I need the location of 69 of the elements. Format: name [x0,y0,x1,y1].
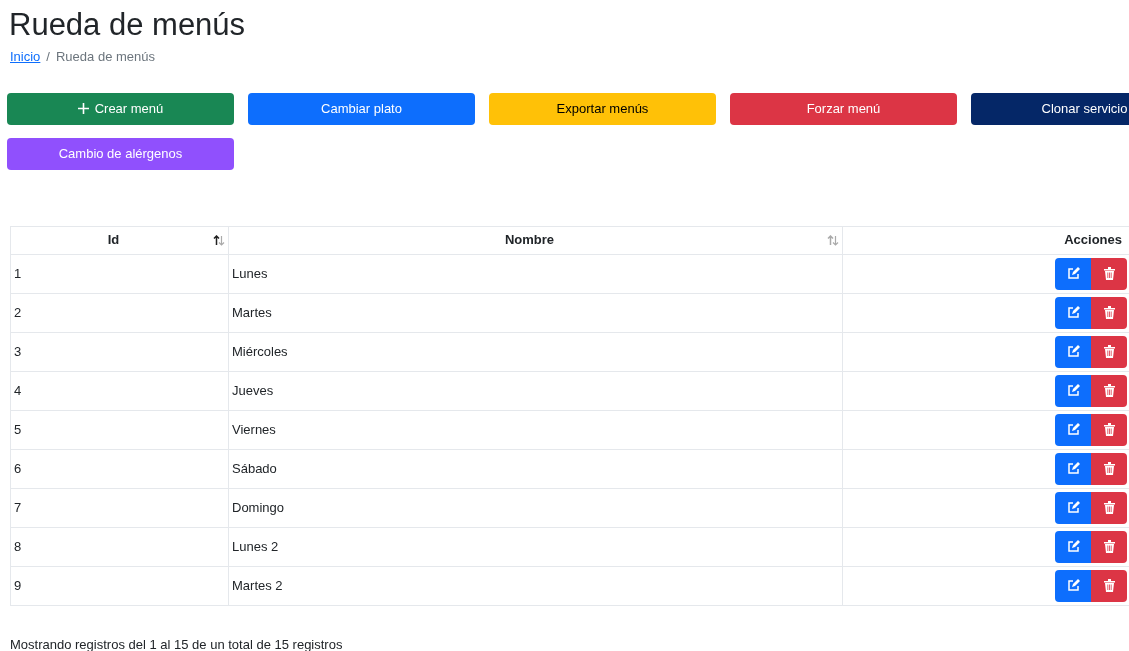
table-cell: 4 [10,371,229,411]
delete-button[interactable] [1091,296,1127,329]
delete-button[interactable] [1091,530,1127,563]
delete-button[interactable] [1091,413,1127,446]
edit-button[interactable] [1055,530,1091,563]
edit-button[interactable] [1055,452,1091,485]
column-header: Acciones [842,226,1129,255]
edit-button[interactable] [1055,491,1091,524]
table-cell: Martes 2 [228,566,843,606]
edit-icon [1066,384,1080,398]
breadcrumb-link[interactable]: Inicio [10,47,41,67]
table-cell: 2 [10,293,229,333]
table-cell: 6 [10,449,229,489]
edit-button[interactable] [1055,257,1091,290]
action-button[interactable]: Clonar servicio [971,92,1129,125]
plus-icon [77,103,89,115]
edit-button[interactable] [1055,296,1091,329]
table-info: Mostrando registros del 1 al 15 de un total de 15 registros [10,635,344,651]
edit-button[interactable] [1055,335,1091,368]
edit-button[interactable] [1055,569,1091,602]
trash-icon [1103,579,1115,593]
table-cell: 9 [10,566,229,606]
table-cell: Martes [228,293,843,333]
table-cell: Lunes 2 [228,527,843,567]
column-header[interactable]: Id [10,226,229,255]
delete-button[interactable] [1091,335,1127,368]
trash-icon [1103,384,1115,398]
action-button[interactable]: Cambiar plato [248,92,475,125]
column-header[interactable]: Nombre [228,226,843,255]
edit-icon [1066,540,1080,554]
table-cell: 7 [10,488,229,528]
table-cell: 1 [10,254,229,294]
table-cell: Miércoles [228,332,843,372]
table-cell: 8 [10,527,229,567]
breadcrumb-current: Rueda de menús [56,48,155,67]
delete-button[interactable] [1091,491,1127,524]
page-title: Rueda de menús [9,6,247,44]
trash-icon [1103,462,1115,476]
edit-icon [1066,462,1080,476]
trash-icon [1103,267,1115,281]
edit-icon [1066,267,1080,281]
trash-icon [1103,423,1115,437]
trash-icon [1103,345,1115,359]
delete-button[interactable] [1091,257,1127,290]
breadcrumb-separator: / [46,48,50,67]
table-cell: 5 [10,410,229,450]
action-button[interactable]: Cambio de alérgenos [7,137,234,170]
trash-icon [1103,306,1115,320]
table-cell: Jueves [228,371,843,411]
edit-button[interactable] [1055,413,1091,446]
table-cell: Lunes [228,254,843,294]
edit-icon [1066,306,1080,320]
table-cell: Viernes [228,410,843,450]
edit-button[interactable] [1055,374,1091,407]
table-cell: Sábado [228,449,843,489]
delete-button[interactable] [1091,374,1127,407]
action-button[interactable]: Forzar menú [730,92,957,125]
table-cell: 3 [10,332,229,372]
action-button[interactable]: Exportar menús [489,92,716,125]
table-cell: Domingo [228,488,843,528]
delete-button[interactable] [1091,569,1127,602]
action-button[interactable]: Crear menú [7,92,234,125]
edit-icon [1066,345,1080,359]
edit-icon [1066,579,1080,593]
delete-button[interactable] [1091,452,1127,485]
edit-icon [1066,423,1080,437]
trash-icon [1103,501,1115,515]
edit-icon [1066,501,1080,515]
trash-icon [1103,540,1115,554]
